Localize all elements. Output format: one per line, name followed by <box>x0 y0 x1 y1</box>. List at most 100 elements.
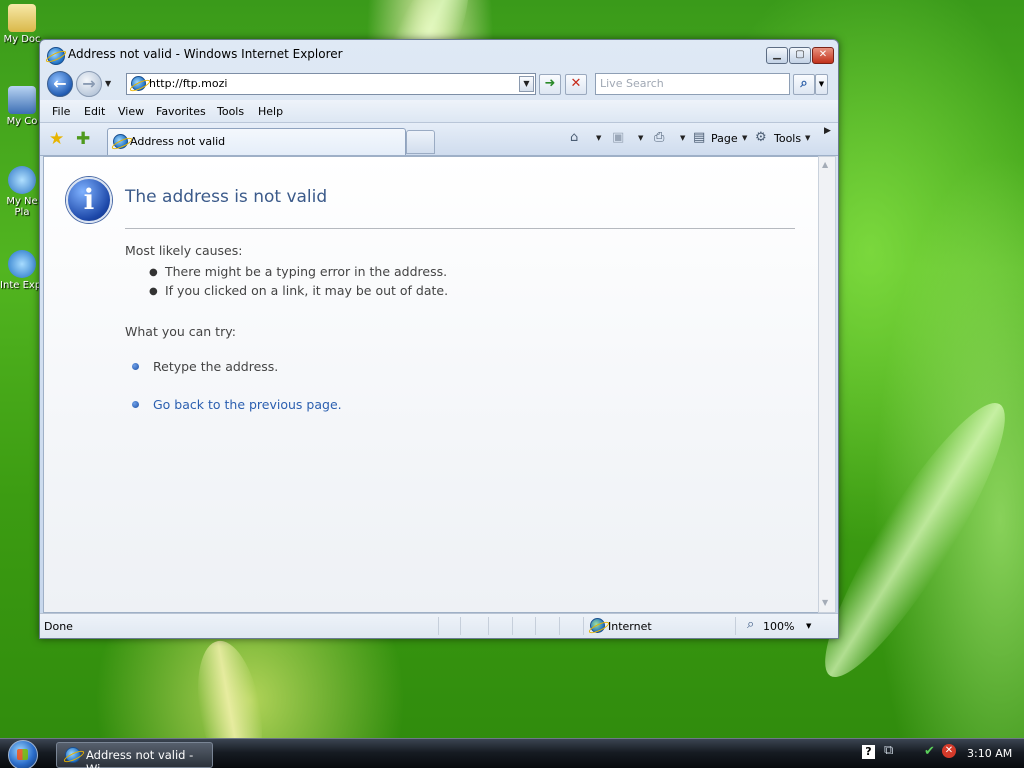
magnifier-icon: ⌕ <box>747 617 755 632</box>
address-bar[interactable]: ▼ <box>126 73 536 95</box>
scroll-down-icon[interactable]: ▼ <box>822 598 828 607</box>
tab-address-not-valid[interactable]: Address not valid <box>107 128 406 155</box>
add-star-icon: ✚ <box>76 129 91 149</box>
scroll-up-icon[interactable]: ▲ <box>822 160 828 169</box>
desktop-icon-label: My Co <box>6 116 38 127</box>
stop-x-icon: ✕ <box>570 76 582 91</box>
desktop-icon-my-documents[interactable]: My Doc <box>0 4 44 45</box>
desktop: My Doc My Co My Ne Pla Inte Expl Address… <box>0 0 1024 768</box>
tab-label: Address not valid <box>130 135 226 148</box>
add-favorites-button[interactable]: ✚ <box>76 129 90 149</box>
print-button[interactable]: ⎙ <box>654 130 664 145</box>
new-tab-button[interactable] <box>406 130 435 154</box>
go-arrow-icon: ➜ <box>544 76 556 91</box>
clock[interactable]: 3:10 AM <box>967 747 1012 760</box>
bullet-icon <box>132 363 139 370</box>
close-icon: ✕ <box>818 49 828 60</box>
zoom-level[interactable]: 100% <box>763 620 794 633</box>
bullet-icon <box>132 401 139 408</box>
tools-dropdown[interactable]: ▼ <box>805 134 810 142</box>
favorites-center-button[interactable]: ★ <box>49 129 64 149</box>
title-divider <box>125 228 795 229</box>
cause-item: If you clicked on a link, it may be out … <box>165 283 449 298</box>
desktop-icon-my-computer[interactable]: My Co <box>0 86 44 127</box>
chevron-down-icon: ▼ <box>105 79 112 88</box>
desktop-icon-label: My Doc <box>3 34 41 45</box>
history-dropdown[interactable]: ▼ <box>105 79 111 88</box>
minimize-button[interactable]: ▁ <box>766 47 788 64</box>
page-title: The address is not valid <box>125 187 328 207</box>
folder-icon <box>8 4 36 32</box>
vertical-scrollbar[interactable]: ▲ ▼ <box>818 156 836 613</box>
back-button[interactable]: ← <box>47 71 73 97</box>
go-button[interactable]: ➜ <box>539 74 561 95</box>
chevron-down-icon: ▼ <box>596 134 602 142</box>
home-button[interactable]: ⌂ <box>570 130 578 145</box>
arrow-right-icon: → <box>82 74 96 93</box>
search-options-button[interactable]: ▼ <box>815 74 828 95</box>
home-icon: ⌂ <box>570 130 579 145</box>
search-button[interactable]: ⌕ <box>793 74 815 95</box>
menu-favorites[interactable]: Favorites <box>156 105 206 118</box>
maximize-button[interactable]: ▢ <box>789 47 811 64</box>
page-dropdown[interactable]: ▼ <box>742 134 747 142</box>
ie-icon <box>8 250 36 278</box>
forward-button[interactable]: → <box>76 71 102 97</box>
window-title: Address not valid - Windows Internet Exp… <box>68 47 343 61</box>
desktop-icon-my-network-places[interactable]: My Ne Pla <box>0 166 44 218</box>
stop-button[interactable]: ✕ <box>565 74 587 95</box>
go-back-link[interactable]: Go back to the previous page. <box>153 397 342 412</box>
rss-feed-icon: ▣ <box>612 130 625 145</box>
command-bar-overflow[interactable]: ▶ <box>824 126 831 136</box>
search-box[interactable] <box>595 73 790 95</box>
cause-item: There might be a typing error in the add… <box>165 264 448 279</box>
taskbar-ie-button[interactable]: Address not valid - Wi... <box>56 742 213 768</box>
search-input[interactable] <box>600 76 784 91</box>
address-input[interactable] <box>149 76 509 91</box>
menu-help[interactable]: Help <box>258 105 283 118</box>
print-dropdown[interactable]: ▼ <box>680 134 685 142</box>
menu-edit[interactable]: Edit <box>84 105 105 118</box>
computer-icon <box>8 86 36 114</box>
bullet-icon: ● <box>149 286 158 297</box>
try-heading: What you can try: <box>125 324 236 339</box>
arrow-left-icon: ← <box>53 74 67 93</box>
feeds-dropdown[interactable]: ▼ <box>638 134 643 142</box>
security-zone: Internet <box>608 620 652 633</box>
taskbar: Address not valid - Wi... ? ⧉ ✔ ✕ 3:10 A… <box>0 738 1024 768</box>
zoom-dropdown[interactable]: ▼ <box>806 622 811 630</box>
home-dropdown[interactable]: ▼ <box>596 134 601 142</box>
retype-suggestion: Retype the address. <box>153 359 279 374</box>
close-button[interactable]: ✕ <box>812 47 834 64</box>
menu-tools[interactable]: Tools <box>217 105 244 118</box>
security-alert-tray-icon[interactable]: ✕ <box>942 744 956 758</box>
start-button[interactable] <box>8 740 38 768</box>
feeds-button[interactable]: ▣ <box>612 130 624 145</box>
globe-icon <box>590 618 605 633</box>
network-icon <box>8 166 36 194</box>
title-bar[interactable]: Address not valid - Windows Internet Exp… <box>40 40 838 68</box>
tab-page-icon <box>113 134 128 149</box>
menu-file[interactable]: File <box>52 105 70 118</box>
printer-icon: ⎙ <box>654 130 665 145</box>
status-text: Done <box>44 620 73 633</box>
status-bar: Done Internet ⌕ 100% ▼ <box>40 613 838 638</box>
desktop-icon-internet-explorer[interactable]: Inte Expl <box>0 250 44 291</box>
causes-heading: Most likely causes: <box>125 243 243 258</box>
safely-remove-tray-icon[interactable]: ✔ <box>924 744 935 759</box>
menu-bar: File Edit View Favorites Tools Help <box>40 100 838 123</box>
address-dropdown-button[interactable]: ▼ <box>519 76 534 92</box>
chevron-down-icon: ▼ <box>742 134 748 142</box>
taskbar-button-label: Address not valid - Wi... <box>86 748 194 768</box>
page-menu-button[interactable]: Page <box>711 132 738 145</box>
network-tray-icon[interactable]: ⧉ <box>884 743 893 758</box>
help-tray-icon[interactable]: ? <box>862 745 875 759</box>
ie-window: Address not valid - Windows Internet Exp… <box>39 39 839 639</box>
bullet-icon: ● <box>149 267 158 278</box>
desktop-icon-label: Inte Expl <box>0 280 44 291</box>
star-icon: ★ <box>49 129 65 149</box>
chevron-down-icon: ▼ <box>818 80 825 88</box>
tools-menu-button[interactable]: Tools <box>774 132 801 145</box>
menu-view[interactable]: View <box>118 105 144 118</box>
command-bar: ★ ✚ Address not valid ⌂ ▼ ▣ ▼ ⎙ ▼ ▤ Page… <box>40 123 838 156</box>
